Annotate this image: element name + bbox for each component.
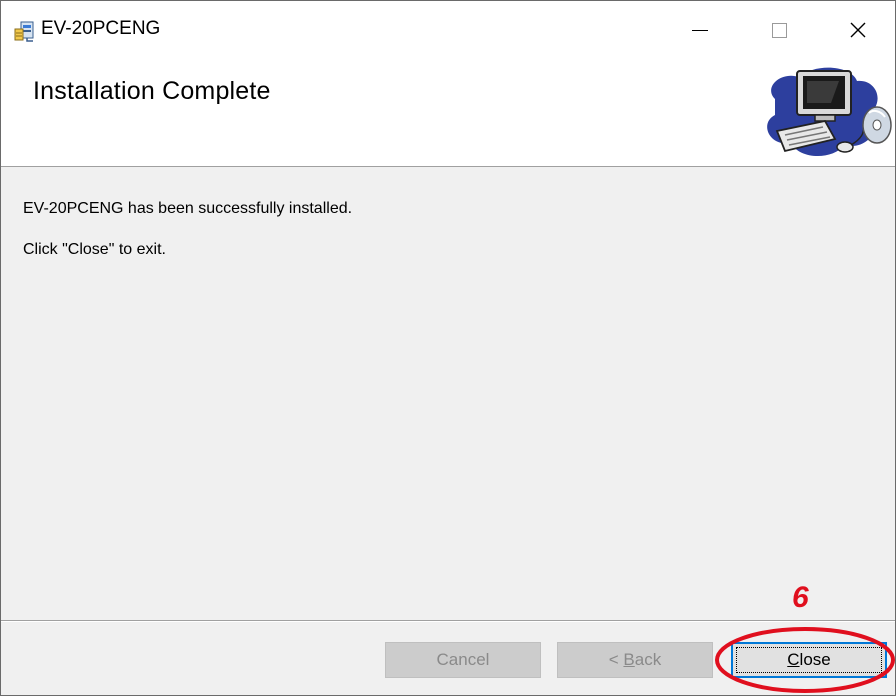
installer-window: EV-20PCENG Installation Complete EV-20PC… (0, 0, 896, 696)
maximize-button[interactable] (746, 7, 812, 53)
back-button-label: ack (634, 650, 662, 669)
footer-divider (1, 620, 895, 622)
page-title: Installation Complete (33, 77, 271, 105)
computer-setup-icon (767, 67, 892, 157)
step-number-annotation: 6 (792, 581, 809, 614)
close-icon (850, 22, 866, 38)
cancel-button-label: Cancel (436, 650, 490, 669)
cancel-button[interactable]: Cancel (385, 642, 541, 678)
focus-rectangle (736, 647, 882, 673)
success-message: EV-20PCENG has been successfully install… (23, 200, 353, 217)
dialog-header: Installation Complete (1, 59, 895, 167)
exit-instruction: Click "Close" to exit. (23, 241, 166, 258)
minimize-button[interactable] (667, 7, 733, 53)
dialog-body: EV-20PCENG has been successfully install… (1, 168, 895, 620)
installer-app-icon (14, 21, 34, 42)
window-title: EV-20PCENG (41, 18, 161, 39)
title-bar[interactable]: EV-20PCENG (1, 1, 895, 59)
maximize-icon (771, 22, 787, 38)
back-button-access-key: B (623, 650, 635, 669)
close-button[interactable]: Close (731, 642, 887, 678)
back-button-prefix: < (608, 650, 624, 669)
close-window-button[interactable] (825, 7, 891, 53)
minimize-icon (692, 29, 708, 31)
back-button[interactable]: < Back (557, 642, 713, 678)
